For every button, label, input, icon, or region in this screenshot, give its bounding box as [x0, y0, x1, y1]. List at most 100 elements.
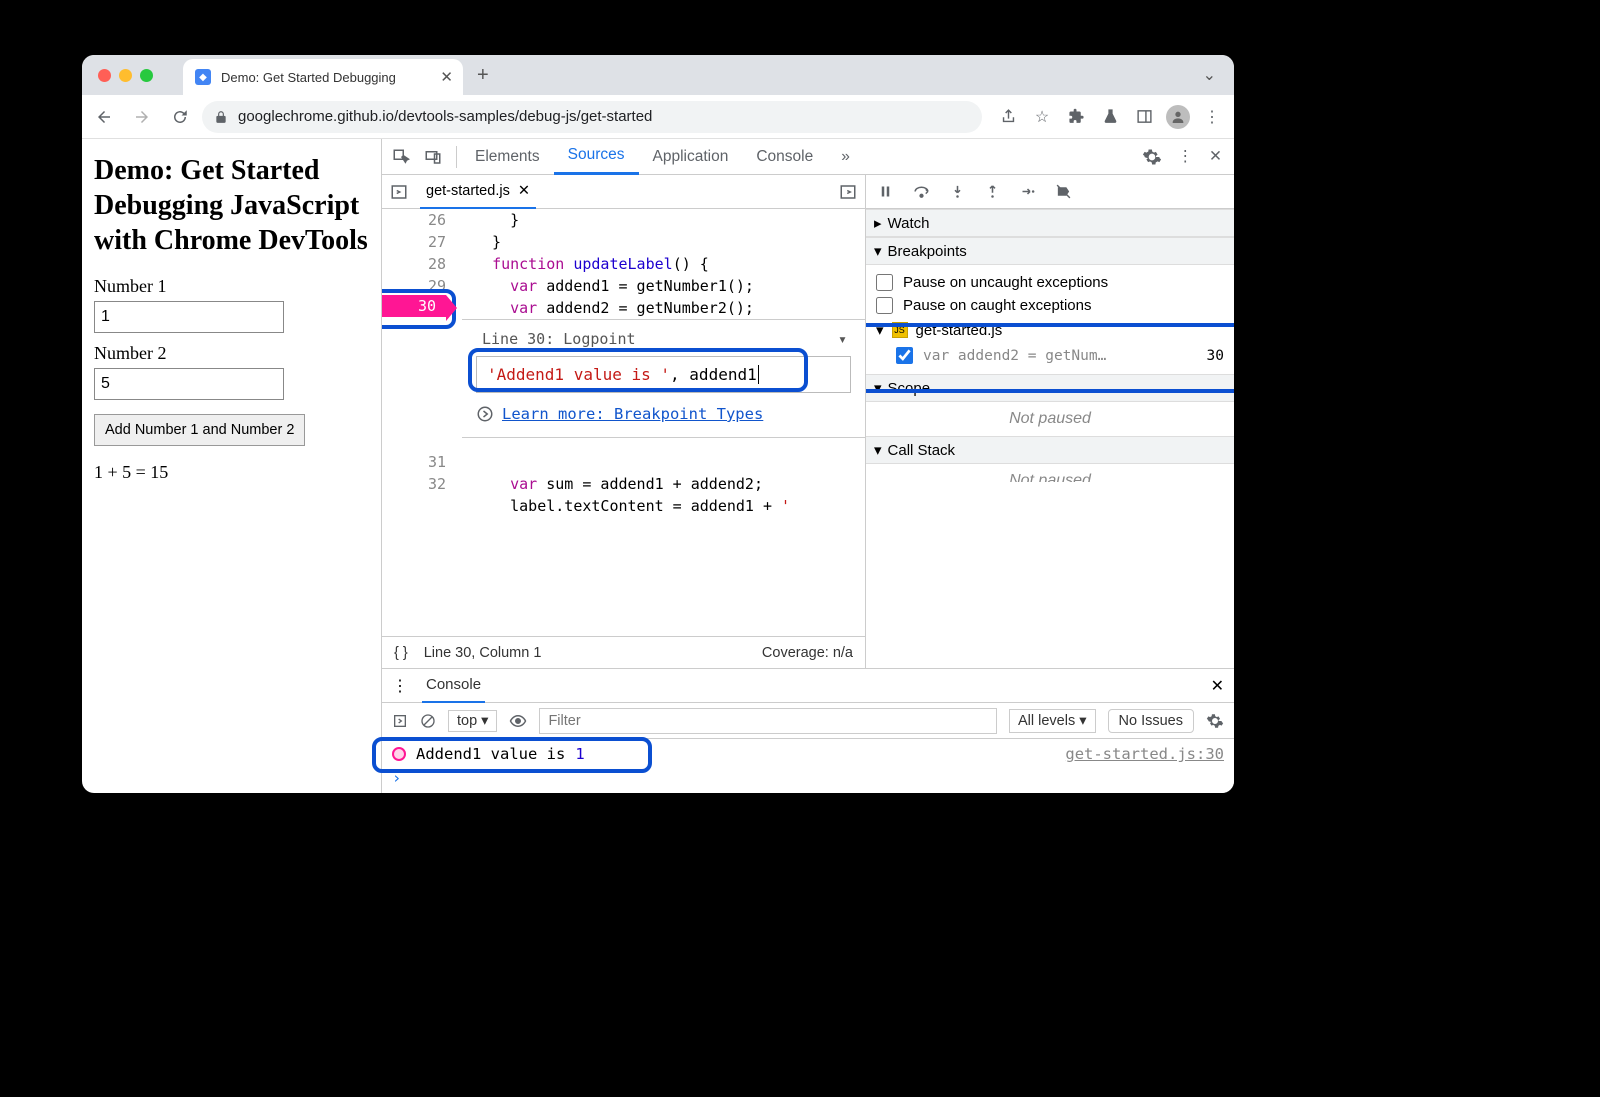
console-filter-input[interactable] — [539, 708, 997, 734]
learn-more-link[interactable]: Learn more: Breakpoint Types — [502, 405, 763, 423]
editor-file-tab[interactable]: get-started.js ✕ — [420, 175, 536, 209]
close-tab-icon[interactable]: ✕ — [440, 68, 453, 86]
editor-status-bar: { } Line 30, Column 1 Coverage: n/a — [382, 636, 865, 668]
back-button[interactable] — [88, 101, 120, 133]
logpoint-marker[interactable]: 30 — [382, 295, 446, 317]
navigator-toggle-icon[interactable] — [390, 183, 408, 201]
log-level-selector[interactable]: All levels ▾ — [1009, 709, 1096, 733]
demo-page: Demo: Get Started Debugging JavaScript w… — [82, 139, 382, 793]
devtools-close-icon[interactable]: ✕ — [1209, 147, 1222, 166]
labs-icon[interactable] — [1094, 101, 1126, 133]
minimize-window-button[interactable] — [119, 69, 132, 82]
add-button[interactable]: Add Number 1 and Number 2 — [94, 414, 305, 446]
number2-label: Number 2 — [94, 343, 369, 364]
pause-icon[interactable] — [878, 184, 893, 199]
browser-tab[interactable]: ◆ Demo: Get Started Debugging ✕ — [183, 59, 463, 95]
execution-context-icon[interactable] — [392, 713, 408, 729]
scope-pane-header[interactable]: ▾ Scope — [866, 374, 1234, 402]
pause-caught-checkbox[interactable] — [876, 297, 893, 314]
chrome-menu-icon[interactable]: ⋮ — [1196, 101, 1228, 133]
format-icon[interactable]: { } — [394, 645, 408, 661]
breakpoints-pane: Pause on uncaught exceptions Pause on ca… — [866, 265, 1234, 374]
close-file-icon[interactable]: ✕ — [518, 183, 530, 199]
number2-input[interactable] — [94, 368, 284, 400]
maximize-window-button[interactable] — [140, 69, 153, 82]
settings-icon[interactable] — [1142, 147, 1162, 167]
issues-button[interactable]: No Issues — [1108, 709, 1194, 733]
drawer-menu-icon[interactable]: ⋮ — [392, 676, 408, 696]
devtools-menu-icon[interactable]: ⋮ — [1178, 147, 1194, 166]
forward-button[interactable] — [126, 101, 158, 133]
url-text: googlechrome.github.io/devtools-samples/… — [238, 108, 652, 125]
debugger-sidebar: ▸ Watch ▾ Breakpoints Pause on uncaught … — [866, 175, 1234, 668]
logpoint-editor[interactable]: Line 30: Logpoint ▾ 'Addend1 value is ',… — [462, 319, 865, 438]
console-source-link[interactable]: get-started.js:30 — [1065, 745, 1224, 763]
breakpoint-checkbox[interactable] — [896, 347, 913, 364]
bookmark-icon[interactable]: ☆ — [1026, 101, 1058, 133]
url-bar[interactable]: googlechrome.github.io/devtools-samples/… — [202, 101, 982, 133]
step-into-icon[interactable] — [950, 184, 965, 199]
console-log-value: 1 — [575, 745, 584, 763]
console-log-line: Addend1 value is 1 get-started.js:30 — [392, 745, 1224, 763]
snippets-icon[interactable] — [839, 183, 857, 201]
step-over-icon[interactable] — [913, 183, 930, 200]
page-heading: Demo: Get Started Debugging JavaScript w… — [94, 153, 369, 258]
drawer-close-icon[interactable]: ✕ — [1211, 676, 1224, 696]
watch-pane-header[interactable]: ▸ Watch — [866, 209, 1234, 237]
more-tabs-icon[interactable]: » — [827, 139, 864, 175]
tabs-dropdown-icon[interactable]: ⌄ — [1203, 65, 1216, 85]
console-toolbar: top ▾ All levels ▾ No Issues — [382, 703, 1234, 739]
code-editor[interactable]: 26272829 30 3132 } } function updateLabe… — [382, 209, 865, 636]
console-settings-icon[interactable] — [1206, 712, 1224, 730]
tab-console[interactable]: Console — [742, 139, 827, 175]
inspect-element-icon[interactable] — [392, 148, 410, 166]
breakpoint-file[interactable]: ▾ JS get-started.js — [876, 317, 1224, 343]
clear-console-icon[interactable] — [420, 713, 436, 729]
dropdown-icon[interactable]: ▾ — [838, 330, 847, 348]
titlebar: ◆ Demo: Get Started Debugging ✕ + ⌄ — [82, 55, 1234, 95]
content-area: Demo: Get Started Debugging JavaScript w… — [82, 139, 1234, 793]
side-panel-icon[interactable] — [1128, 101, 1160, 133]
lock-icon — [214, 110, 228, 124]
live-expression-icon[interactable] — [509, 712, 527, 730]
callstack-pane-header[interactable]: ▾ Call Stack — [866, 436, 1234, 464]
browser-window: ◆ Demo: Get Started Debugging ✕ + ⌄ goog… — [82, 55, 1234, 793]
code-lines: } } function updateLabel() { var addend1… — [474, 209, 754, 319]
traffic-lights — [98, 69, 153, 82]
editor-column: get-started.js ✕ 26272829 30 — [382, 175, 866, 668]
new-tab-button[interactable]: + — [477, 64, 489, 87]
tab-sources[interactable]: Sources — [554, 139, 639, 175]
breakpoints-pane-header[interactable]: ▾ Breakpoints — [866, 237, 1234, 265]
context-selector[interactable]: top ▾ — [448, 710, 497, 732]
console-output: Addend1 value is 1 get-started.js:30 › — [382, 739, 1234, 793]
arrow-right-circle-icon — [476, 405, 494, 423]
console-prompt[interactable]: › — [392, 769, 1224, 787]
tab-elements[interactable]: Elements — [461, 139, 554, 175]
share-icon[interactable] — [992, 101, 1024, 133]
pause-uncaught-checkbox[interactable] — [876, 274, 893, 291]
drawer-tab-console[interactable]: Console — [422, 669, 485, 703]
editor-tabs: get-started.js ✕ — [382, 175, 865, 209]
tab-application[interactable]: Application — [639, 139, 743, 175]
coverage-status: Coverage: n/a — [762, 645, 853, 661]
line-gutter[interactable]: 26272829 30 3132 — [382, 209, 464, 495]
close-window-button[interactable] — [98, 69, 111, 82]
device-toggle-icon[interactable] — [424, 148, 442, 166]
number1-input[interactable] — [94, 301, 284, 333]
devtools: Elements Sources Application Console » ⋮… — [382, 139, 1234, 793]
console-drawer: ⋮ Console ✕ top ▾ — [382, 668, 1234, 793]
profile-avatar[interactable] — [1162, 101, 1194, 133]
address-bar: googlechrome.github.io/devtools-samples/… — [82, 95, 1234, 139]
step-icon[interactable] — [1020, 184, 1035, 199]
breakpoint-entry[interactable]: var addend2 = getNum… 30 — [876, 343, 1224, 368]
step-out-icon[interactable] — [985, 184, 1000, 199]
logpoint-input[interactable]: 'Addend1 value is ', addend1 — [476, 356, 851, 393]
toolbar-icons: ☆ ⋮ — [992, 101, 1228, 133]
logpoint-badge-icon — [392, 747, 406, 761]
extensions-icon[interactable] — [1060, 101, 1092, 133]
favicon: ◆ — [195, 69, 211, 85]
reload-button[interactable] — [164, 101, 196, 133]
scope-not-paused: Not paused — [866, 402, 1234, 436]
tab-title: Demo: Get Started Debugging — [221, 70, 430, 85]
deactivate-breakpoints-icon[interactable] — [1055, 183, 1072, 200]
